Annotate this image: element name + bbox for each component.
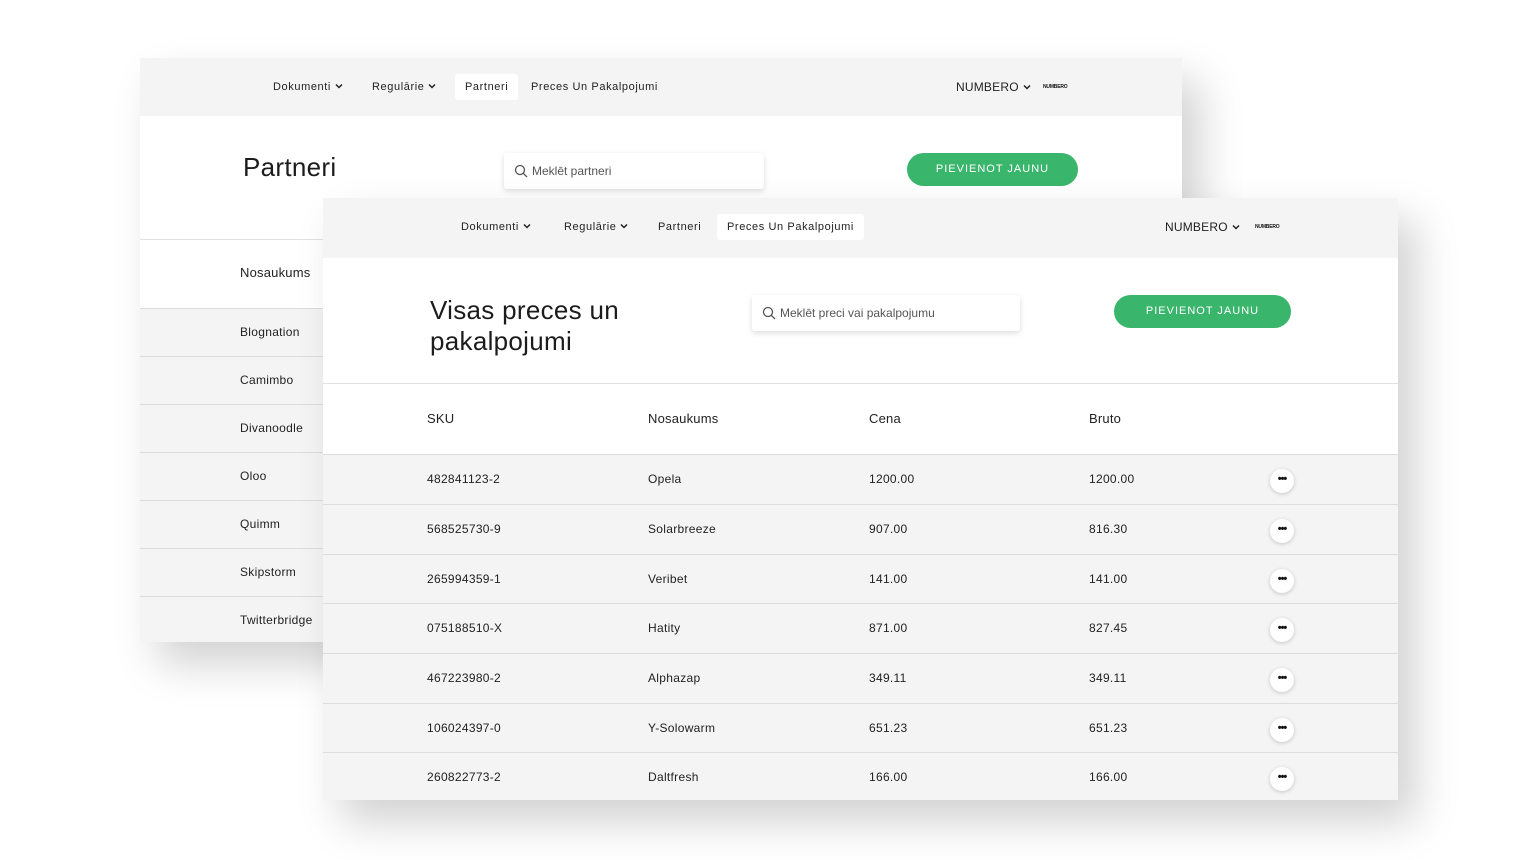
sku-cell: 106024397-0 bbox=[427, 721, 502, 735]
price-cell: 1200.00 bbox=[869, 472, 915, 486]
more-dots-icon[interactable]: ••• bbox=[1270, 519, 1294, 543]
price-cell: 871.00 bbox=[869, 621, 908, 635]
price-cell: 141.00 bbox=[869, 572, 908, 586]
nav-regularie[interactable]: Regulārie bbox=[362, 74, 447, 100]
sku-cell: 265994359-1 bbox=[427, 572, 502, 586]
column-header-name: Nosaukums bbox=[240, 265, 311, 280]
table-row[interactable]: 106024397-0 Y-Solowarm 651.23 651.23 ••• bbox=[323, 703, 1398, 753]
column-header-price: Cena bbox=[869, 411, 901, 426]
table-row[interactable]: 568525730-9 Solarbreeze 907.00 816.30 ••… bbox=[323, 504, 1398, 554]
add-product-button[interactable]: PIEVIENOT JAUNU bbox=[1114, 295, 1291, 328]
gross-cell: 1200.00 bbox=[1089, 472, 1135, 486]
nav-preces[interactable]: Preces Un Pakalpojumi bbox=[717, 214, 864, 240]
partner-name: Twitterbridge bbox=[240, 613, 313, 627]
partner-name: Blognation bbox=[240, 325, 300, 339]
search-input[interactable] bbox=[532, 153, 752, 189]
nav-dokumenti[interactable]: Dokumenti bbox=[263, 74, 354, 100]
name-cell: Alphazap bbox=[648, 671, 701, 685]
gross-cell: 349.11 bbox=[1089, 671, 1127, 685]
chevron-down-icon bbox=[523, 223, 531, 229]
chevron-down-icon bbox=[428, 83, 437, 89]
gross-cell: 141.00 bbox=[1089, 572, 1128, 586]
gross-cell: 816.30 bbox=[1089, 522, 1128, 536]
name-cell: Solarbreeze bbox=[648, 522, 717, 536]
search-icon bbox=[514, 164, 528, 178]
name-cell: Veribet bbox=[648, 572, 688, 586]
name-cell: Y-Solowarm bbox=[648, 721, 716, 735]
chevron-down-icon bbox=[335, 83, 343, 89]
more-dots-icon[interactable]: ••• bbox=[1270, 718, 1294, 742]
page-title-line1: Visas preces un bbox=[430, 295, 620, 325]
more-dots-icon[interactable]: ••• bbox=[1270, 569, 1294, 593]
top-nav: Dokumenti Regulārie Partneri Preces Un P… bbox=[140, 58, 1182, 116]
nav-label: Partneri bbox=[658, 221, 702, 233]
nav-partneri[interactable]: Partneri bbox=[455, 74, 519, 100]
more-dots-icon[interactable]: ••• bbox=[1270, 668, 1294, 692]
nav-preces[interactable]: Preces Un Pakalpojumi bbox=[521, 74, 668, 100]
chevron-down-icon bbox=[1023, 84, 1031, 90]
nav-label: Dokumenti bbox=[461, 221, 519, 233]
nav-label: Dokumenti bbox=[273, 81, 331, 93]
name-cell: Opela bbox=[648, 472, 682, 486]
nav-label: Regulārie bbox=[372, 81, 425, 93]
app-logo: NUMBERO bbox=[1255, 224, 1280, 230]
top-nav: Dokumenti Regulārie Partneri Preces Un P… bbox=[323, 198, 1398, 258]
more-dots-icon[interactable]: ••• bbox=[1270, 767, 1294, 791]
nav-label: Partneri bbox=[465, 81, 509, 93]
column-header-gross: Bruto bbox=[1089, 411, 1122, 426]
price-cell: 349.11 bbox=[869, 671, 907, 685]
price-cell: 166.00 bbox=[869, 770, 908, 784]
sku-cell: 075188510-X bbox=[427, 621, 503, 635]
app-logo: NUMBERO bbox=[1043, 84, 1068, 90]
company-name: NUMBERO bbox=[1165, 220, 1228, 234]
table-row[interactable]: 075188510-X Hatity 871.00 827.45 ••• bbox=[323, 603, 1398, 653]
column-header-name: Nosaukums bbox=[648, 411, 719, 426]
partner-name: Divanoodle bbox=[240, 421, 304, 435]
partner-name: Quimm bbox=[240, 517, 281, 531]
gross-cell: 166.00 bbox=[1089, 770, 1128, 784]
sku-cell: 467223980-2 bbox=[427, 671, 502, 685]
table-row[interactable]: 467223980-2 Alphazap 349.11 349.11 ••• bbox=[323, 653, 1398, 703]
company-selector[interactable]: NUMBERO bbox=[1165, 214, 1241, 240]
search-input[interactable] bbox=[780, 295, 1000, 331]
company-name: NUMBERO bbox=[956, 80, 1019, 94]
more-dots-icon[interactable]: ••• bbox=[1270, 469, 1294, 493]
price-cell: 651.23 bbox=[869, 721, 908, 735]
nav-regularie[interactable]: Regulārie bbox=[554, 214, 639, 240]
partner-name: Oloo bbox=[240, 469, 267, 483]
add-partner-button[interactable]: PIEVIENOT JAUNU bbox=[907, 153, 1078, 186]
name-cell: Hatity bbox=[648, 621, 681, 635]
search-box[interactable] bbox=[504, 153, 764, 189]
price-cell: 907.00 bbox=[869, 522, 908, 536]
chevron-down-icon bbox=[1232, 224, 1240, 230]
column-header-sku: SKU bbox=[427, 411, 455, 426]
nav-dokumenti[interactable]: Dokumenti bbox=[451, 214, 542, 240]
page-title: Partneri bbox=[243, 152, 337, 182]
page-title: Visas preces un pakalpojumi bbox=[430, 295, 619, 357]
products-window: Dokumenti Regulārie Partneri Preces Un P… bbox=[323, 198, 1398, 800]
chevron-down-icon bbox=[620, 223, 629, 229]
page-title-line2: pakalpojumi bbox=[430, 326, 573, 356]
partner-name: Skipstorm bbox=[240, 565, 297, 579]
company-selector[interactable]: NUMBERO bbox=[956, 74, 1032, 100]
sku-cell: 568525730-9 bbox=[427, 522, 502, 536]
nav-label: Preces Un Pakalpojumi bbox=[531, 81, 658, 93]
name-cell: Daltfresh bbox=[648, 770, 699, 784]
nav-partneri[interactable]: Partneri bbox=[648, 214, 711, 240]
table-row[interactable]: 265994359-1 Veribet 141.00 141.00 ••• bbox=[323, 554, 1398, 604]
gross-cell: 651.23 bbox=[1089, 721, 1128, 735]
search-box[interactable] bbox=[752, 295, 1020, 331]
search-icon bbox=[762, 306, 776, 320]
table-row[interactable]: 260822773-2 Daltfresh 166.00 166.00 ••• bbox=[323, 752, 1398, 800]
sku-cell: 260822773-2 bbox=[427, 770, 502, 784]
partner-name: Camimbo bbox=[240, 373, 294, 387]
sku-cell: 482841123-2 bbox=[427, 472, 501, 486]
table-row[interactable]: 482841123-2 Opela 1200.00 1200.00 ••• bbox=[323, 454, 1398, 504]
gross-cell: 827.45 bbox=[1089, 621, 1128, 635]
nav-label: Regulārie bbox=[564, 221, 617, 233]
divider bbox=[323, 383, 1398, 384]
more-dots-icon[interactable]: ••• bbox=[1270, 618, 1294, 642]
nav-label: Preces Un Pakalpojumi bbox=[727, 221, 854, 233]
